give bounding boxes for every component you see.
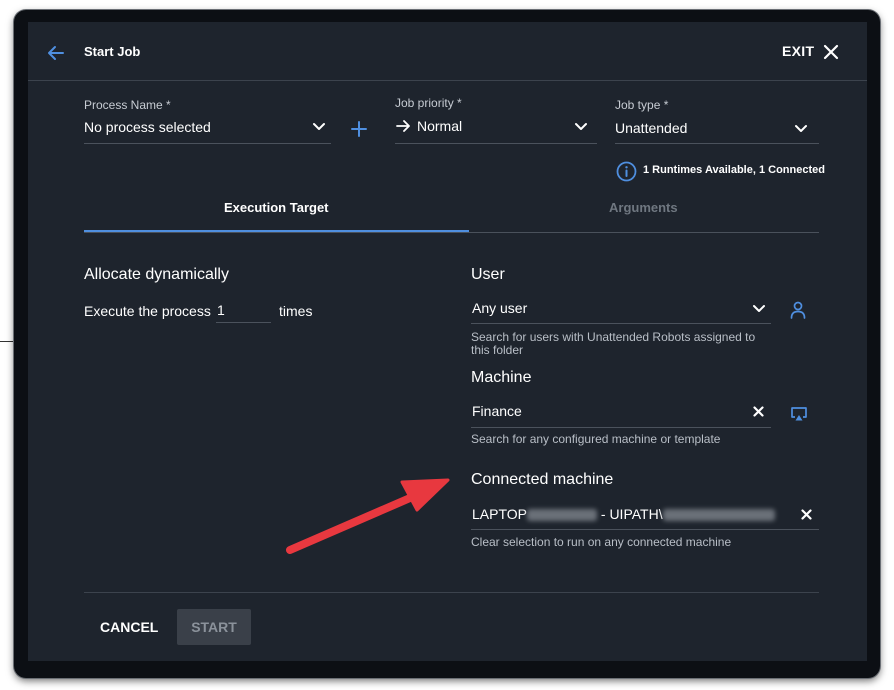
annotation-arrow	[286, 478, 450, 554]
